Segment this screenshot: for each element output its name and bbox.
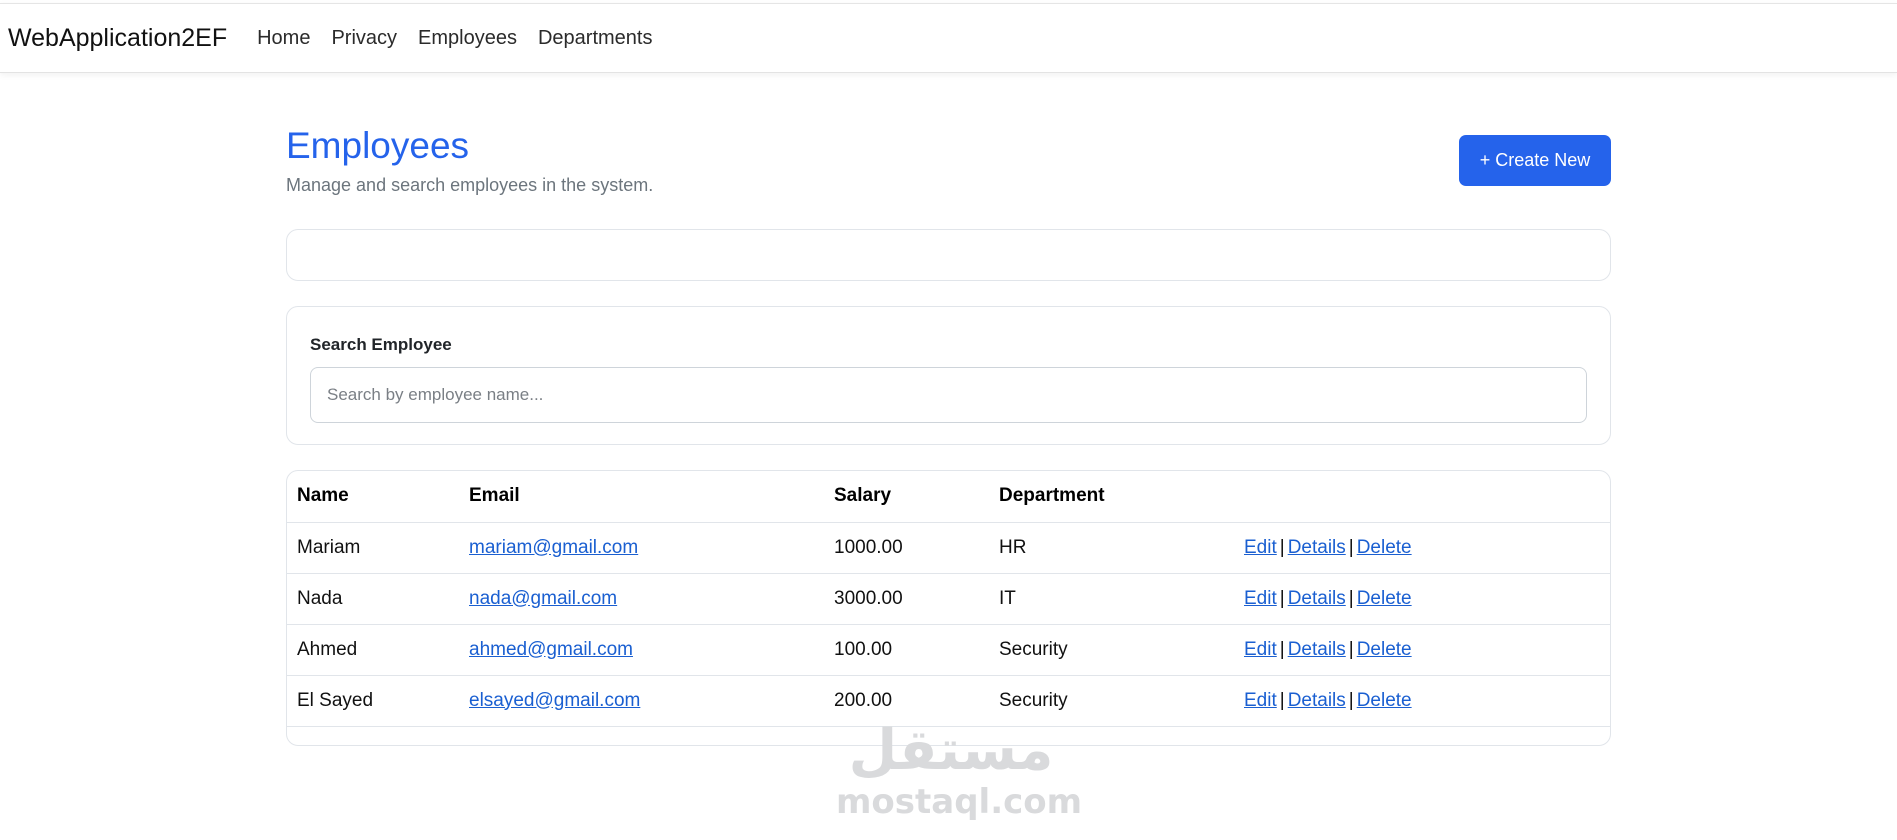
email-link[interactable]: mariam@gmail.com: [469, 537, 638, 558]
details-link[interactable]: Details: [1288, 537, 1346, 558]
cell-actions: Edit | Details | Delete: [1234, 522, 1610, 574]
delete-link[interactable]: Delete: [1357, 588, 1412, 609]
nav-home-link[interactable]: Home: [257, 27, 310, 50]
nav-privacy-link[interactable]: Privacy: [331, 27, 397, 50]
top-navbar: WebApplication2EF Home Privacy Employees…: [0, 3, 1897, 73]
page-title: Employees: [286, 125, 470, 166]
cell-name: Mariam: [287, 522, 459, 574]
search-label: Search Employee: [310, 335, 452, 354]
cell-email: nada@gmail.com: [459, 573, 824, 625]
action-separator: |: [1348, 689, 1354, 711]
edit-link[interactable]: Edit: [1244, 690, 1277, 711]
email-link[interactable]: elsayed@gmail.com: [469, 690, 640, 711]
cell-salary: 3000.00: [824, 573, 989, 625]
cell-actions: Edit | Details | Delete: [1234, 675, 1610, 727]
action-separator: |: [1279, 536, 1285, 558]
main-container: Employees Manage and search employees in…: [286, 75, 1611, 746]
action-separator: |: [1348, 536, 1354, 558]
details-link[interactable]: Details: [1288, 588, 1346, 609]
delete-link[interactable]: Delete: [1357, 690, 1412, 711]
email-link[interactable]: ahmed@gmail.com: [469, 639, 633, 660]
cell-department: Security: [989, 624, 1234, 676]
email-link[interactable]: nada@gmail.com: [469, 588, 617, 609]
empty-card: [286, 229, 1611, 281]
column-header-salary: Salary: [824, 471, 989, 523]
action-separator: |: [1348, 638, 1354, 660]
cell-department: Security: [989, 675, 1234, 727]
cell-name: Ahmed: [287, 624, 459, 676]
table-header-row: Name Email Salary Department: [287, 471, 1610, 523]
action-separator: |: [1348, 587, 1354, 609]
employees-table: Name Email Salary Department Mariam mari…: [287, 471, 1610, 727]
cell-salary: 200.00: [824, 675, 989, 727]
details-link[interactable]: Details: [1288, 639, 1346, 660]
brand-link[interactable]: WebApplication2EF: [8, 24, 227, 53]
cell-email: mariam@gmail.com: [459, 522, 824, 574]
cell-email: elsayed@gmail.com: [459, 675, 824, 727]
action-separator: |: [1279, 689, 1285, 711]
edit-link[interactable]: Edit: [1244, 537, 1277, 558]
action-separator: |: [1279, 587, 1285, 609]
delete-link[interactable]: Delete: [1357, 537, 1412, 558]
column-header-actions: [1234, 471, 1610, 523]
search-input[interactable]: [310, 367, 1587, 423]
column-header-email: Email: [459, 471, 824, 523]
table-row: Ahmed ahmed@gmail.com 100.00 Security Ed…: [287, 624, 1610, 676]
action-separator: |: [1279, 638, 1285, 660]
nav-departments-link[interactable]: Departments: [538, 27, 653, 50]
employees-table-card: Name Email Salary Department Mariam mari…: [286, 470, 1611, 746]
cell-name: El Sayed: [287, 675, 459, 727]
cell-salary: 100.00: [824, 624, 989, 676]
cell-name: Nada: [287, 573, 459, 625]
table-row: Nada nada@gmail.com 3000.00 IT Edit | Deta…: [287, 573, 1610, 625]
search-card: Search Employee: [286, 306, 1611, 445]
page-subtitle: Manage and search employees in the syste…: [286, 175, 654, 195]
nav-employees-link[interactable]: Employees: [418, 27, 517, 50]
create-new-button[interactable]: + Create New: [1459, 135, 1611, 186]
column-header-department: Department: [989, 471, 1234, 523]
cell-email: ahmed@gmail.com: [459, 624, 824, 676]
cell-department: IT: [989, 573, 1234, 625]
cell-actions: Edit | Details | Delete: [1234, 624, 1610, 676]
page-header: Employees Manage and search employees in…: [286, 75, 1611, 230]
cell-actions: Edit | Details | Delete: [1234, 573, 1610, 625]
table-row: Mariam mariam@gmail.com 1000.00 HR Edit |…: [287, 522, 1610, 574]
cell-department: HR: [989, 522, 1234, 574]
edit-link[interactable]: Edit: [1244, 588, 1277, 609]
column-header-name: Name: [287, 471, 459, 523]
table-row: El Sayed elsayed@gmail.com 200.00 Securi…: [287, 675, 1610, 727]
edit-link[interactable]: Edit: [1244, 639, 1277, 660]
watermark-latin-text: mostaql.com: [836, 782, 1083, 822]
details-link[interactable]: Details: [1288, 690, 1346, 711]
cell-salary: 1000.00: [824, 522, 989, 574]
delete-link[interactable]: Delete: [1357, 639, 1412, 660]
